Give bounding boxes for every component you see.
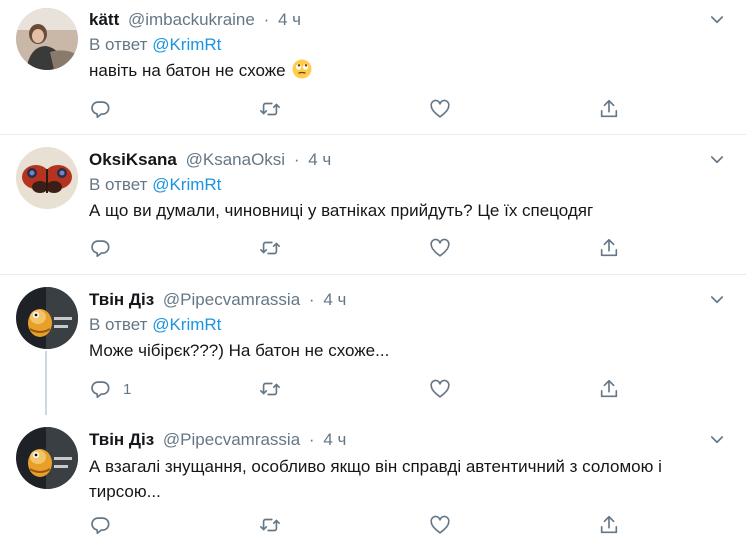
thread-line: [45, 351, 47, 415]
tweet-header: OksiKsana @KsanaOksi · 4 ч: [89, 149, 730, 171]
reply-prefix: В ответ: [89, 35, 148, 54]
reply-button[interactable]: 1: [89, 377, 131, 401]
user-handle[interactable]: @KsanaOksi: [186, 150, 285, 169]
mention-link[interactable]: @KrimRt: [152, 315, 221, 334]
like-icon: [430, 238, 450, 257]
mention-link[interactable]: @KrimRt: [152, 35, 221, 54]
user-handle[interactable]: @imbackukraine: [128, 10, 255, 29]
like-icon: [430, 379, 450, 398]
tweet-text: А взагалі знущання, особливо якщо він сп…: [89, 457, 662, 501]
tweet-actions: 1: [89, 377, 689, 401]
avatar[interactable]: [16, 427, 78, 489]
reply-icon: [91, 517, 110, 535]
timestamp[interactable]: 4 ч: [278, 10, 301, 29]
reply-button[interactable]: [89, 513, 123, 537]
reply-prefix: В ответ: [89, 315, 148, 334]
display-name[interactable]: kätt: [89, 10, 119, 29]
tweet-actions: [89, 513, 689, 537]
reply-count: 1: [123, 380, 132, 398]
chevron-down-icon[interactable]: [708, 431, 726, 449]
share-button[interactable]: [598, 236, 620, 260]
reply-context: В ответ @KrimRt: [89, 33, 730, 57]
user-handle[interactable]: @Pipecvamrassia: [163, 290, 300, 309]
tweet-text-content: навіть на батон не схоже: [89, 61, 286, 80]
share-icon: [600, 238, 618, 257]
tweet-text: А що ви думали, чиновниці у ватніках при…: [89, 201, 594, 220]
tweet-header: Твін Діз @Pipecvamrassia · 4 ч: [89, 429, 730, 451]
avatar-butterfly: [16, 147, 78, 209]
tweet-text: навіть на батон не схоже: [89, 58, 730, 83]
tweet-actions: [89, 97, 689, 121]
separator-dot: ·: [263, 10, 270, 29]
display-name[interactable]: OksiKsana: [89, 150, 177, 169]
like-button[interactable]: [429, 377, 451, 401]
avatar-photo-woman: [16, 8, 78, 70]
avatar-cartoon: [16, 427, 78, 489]
separator-dot: ·: [308, 290, 315, 309]
user-handle[interactable]: @Pipecvamrassia: [163, 430, 300, 449]
retweet-icon: [260, 241, 280, 255]
like-icon: [430, 99, 450, 118]
eye-roll-emoji: [292, 59, 312, 79]
display-name[interactable]: Твін Діз: [89, 430, 154, 449]
share-icon: [600, 99, 618, 118]
avatar[interactable]: [16, 147, 78, 209]
tweet-text: Може чібірєк???) На батон не схоже...: [89, 341, 390, 360]
reply-icon: [91, 381, 110, 399]
retweet-icon: [260, 102, 280, 116]
separator-dot: ·: [293, 150, 300, 169]
chevron-down-icon[interactable]: [708, 151, 726, 169]
retweet-button[interactable]: [259, 513, 281, 537]
share-button[interactable]: [598, 513, 620, 537]
retweet-button[interactable]: [259, 236, 281, 260]
retweet-icon: [260, 382, 280, 396]
share-icon: [600, 379, 618, 398]
like-button[interactable]: [429, 97, 451, 121]
separator-dot: ·: [308, 430, 315, 449]
like-button[interactable]: [429, 236, 451, 260]
like-button[interactable]: [429, 513, 451, 537]
chevron-down-icon[interactable]: [708, 11, 726, 29]
reply-context: В ответ @KrimRt: [89, 313, 730, 337]
tweet[interactable]: kätt @imbackukraine · 4 ч В ответ @KrimR…: [0, 0, 746, 135]
mention-link[interactable]: @KrimRt: [152, 175, 221, 194]
avatar-cartoon: [16, 287, 78, 349]
tweet-actions: [89, 236, 689, 260]
tweet[interactable]: Твін Діз @Pipecvamrassia · 4 ч В ответ @…: [0, 275, 746, 415]
avatar[interactable]: [16, 287, 78, 349]
tweet-header: kätt @imbackukraine · 4 ч: [89, 9, 730, 31]
reply-icon: [91, 240, 110, 258]
tweet[interactable]: OksiKsana @KsanaOksi · 4 ч В ответ @Krim…: [0, 135, 746, 275]
reply-button[interactable]: [89, 236, 123, 260]
retweet-icon: [260, 518, 280, 532]
reply-button[interactable]: [89, 97, 123, 121]
reply-icon: [91, 101, 110, 119]
timestamp[interactable]: 4 ч: [308, 150, 331, 169]
share-button[interactable]: [598, 377, 620, 401]
chevron-down-icon[interactable]: [708, 291, 726, 309]
avatar[interactable]: [16, 8, 78, 70]
tweet-header: Твін Діз @Pipecvamrassia · 4 ч: [89, 289, 730, 311]
share-button[interactable]: [598, 97, 620, 121]
retweet-button[interactable]: [259, 97, 281, 121]
share-icon: [600, 515, 618, 534]
display-name[interactable]: Твін Діз: [89, 290, 154, 309]
like-icon: [430, 515, 450, 534]
timestamp[interactable]: 4 ч: [323, 290, 346, 309]
timestamp[interactable]: 4 ч: [323, 430, 346, 449]
reply-context: В ответ @KrimRt: [89, 173, 730, 197]
retweet-button[interactable]: [259, 377, 281, 401]
reply-prefix: В ответ: [89, 175, 148, 194]
tweet[interactable]: Твін Діз @Pipecvamrassia · 4 ч А взагалі…: [0, 415, 746, 542]
